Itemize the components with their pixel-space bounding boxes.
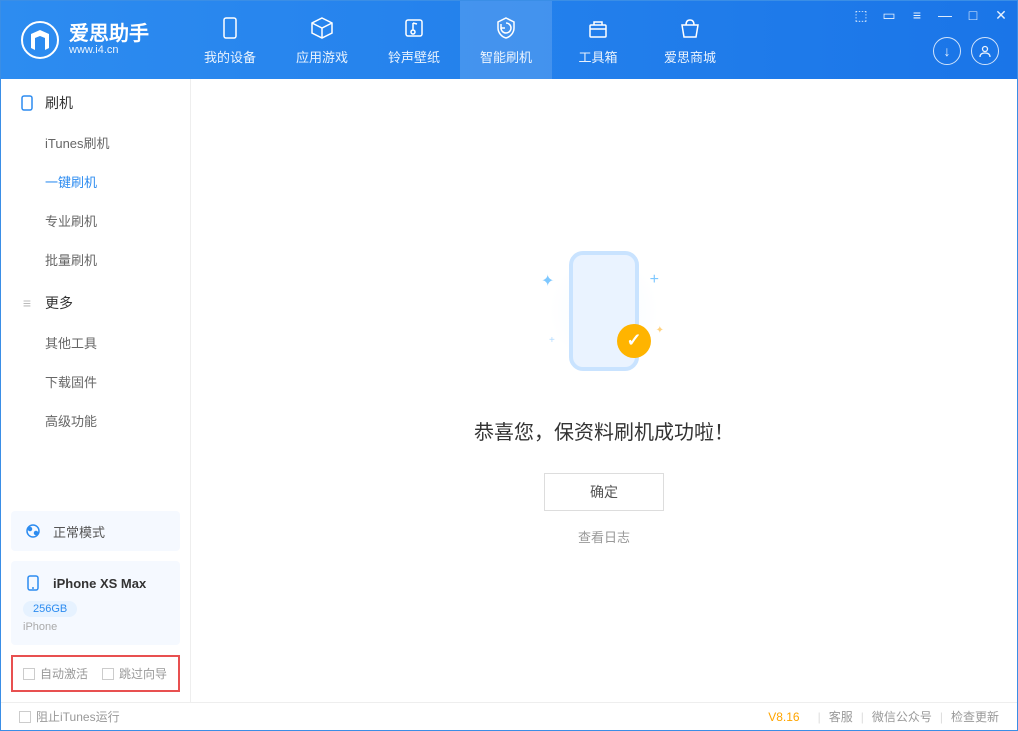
- view-log-link[interactable]: 查看日志: [578, 527, 630, 546]
- app-header: 爱思助手 www.i4.cn 我的设备 应用游戏 铃声壁纸 智能刷机 工具箱 爱…: [1, 1, 1017, 79]
- sidebar-item-other-tools[interactable]: 其他工具: [1, 323, 190, 362]
- sparkle-icon: ✦: [656, 325, 664, 336]
- success-check-icon: ✓: [617, 324, 651, 358]
- app-logo-icon: [21, 21, 59, 59]
- sidebar: 刷机 iTunes刷机 一键刷机 专业刷机 批量刷机 ≡ 更多 其他工具 下载固…: [1, 79, 191, 702]
- sidebar-item-batch-flash[interactable]: 批量刷机: [1, 240, 190, 279]
- sidebar-item-pro-flash[interactable]: 专业刷机: [1, 201, 190, 240]
- window-btn-2[interactable]: ▭: [881, 7, 897, 24]
- logo-area: 爱思助手 www.i4.cn: [1, 21, 169, 59]
- checkbox-icon: [23, 668, 35, 680]
- nav-tab-apps[interactable]: 应用游戏: [276, 1, 368, 79]
- ringtones-icon: [401, 15, 427, 41]
- checkbox-icon: [102, 668, 114, 680]
- success-illustration: ✓ ✦ + ✦ +: [529, 236, 679, 386]
- sparkle-icon: +: [549, 335, 555, 346]
- device-name-row: iPhone XS Max: [23, 573, 168, 593]
- mode-icon: [23, 521, 43, 541]
- body-area: 刷机 iTunes刷机 一键刷机 专业刷机 批量刷机 ≡ 更多 其他工具 下载固…: [1, 79, 1017, 702]
- window-btn-1[interactable]: ⬚: [853, 7, 869, 24]
- footer-right: V8.16 | 客服 | 微信公众号 | 检查更新: [768, 708, 999, 725]
- sparkle-icon: ✦: [541, 271, 554, 291]
- device-icon: [217, 15, 243, 41]
- mode-card[interactable]: 正常模式: [11, 511, 180, 551]
- footer-link-wechat[interactable]: 微信公众号: [872, 708, 932, 725]
- minimize-button[interactable]: —: [937, 7, 953, 24]
- device-card[interactable]: iPhone XS Max 256GB iPhone: [11, 561, 180, 645]
- window-controls: ⬚ ▭ ≡ — □ ✕: [853, 7, 1009, 24]
- device-storage-badge: 256GB: [23, 601, 77, 617]
- window-btn-3[interactable]: ≡: [909, 7, 925, 24]
- checkbox-auto-activate[interactable]: 自动激活: [23, 665, 88, 682]
- checkbox-skip-guide[interactable]: 跳过向导: [102, 665, 167, 682]
- version-label: V8.16: [768, 710, 799, 724]
- sparkle-icon: +: [650, 271, 659, 289]
- phone-outline-icon: [19, 95, 35, 111]
- device-type: iPhone: [23, 621, 168, 633]
- maximize-button[interactable]: □: [965, 7, 981, 24]
- app-name: 爱思助手: [69, 24, 149, 44]
- nav-tab-tools[interactable]: 工具箱: [552, 1, 644, 79]
- tools-icon: [585, 15, 611, 41]
- sidebar-item-oneclick-flash[interactable]: 一键刷机: [1, 162, 190, 201]
- sidebar-section-more: ≡ 更多: [1, 279, 190, 323]
- apps-icon: [309, 15, 335, 41]
- close-button[interactable]: ✕: [993, 7, 1009, 24]
- sidebar-bottom: 正常模式 iPhone XS Max 256GB iPhone: [1, 511, 190, 655]
- mode-label: 正常模式: [53, 522, 105, 541]
- sidebar-item-download-firmware[interactable]: 下载固件: [1, 362, 190, 401]
- flash-options-highlighted: 自动激活 跳过向导: [11, 655, 180, 692]
- ok-button[interactable]: 确定: [544, 473, 664, 511]
- sidebar-item-advanced[interactable]: 高级功能: [1, 401, 190, 440]
- device-phone-icon: [23, 573, 43, 593]
- main-nav: 我的设备 应用游戏 铃声壁纸 智能刷机 工具箱 爱思商城: [184, 1, 736, 79]
- nav-tab-device[interactable]: 我的设备: [184, 1, 276, 79]
- nav-tab-ringtones[interactable]: 铃声壁纸: [368, 1, 460, 79]
- footer-link-support[interactable]: 客服: [829, 708, 853, 725]
- footer-bar: 阻止iTunes运行 V8.16 | 客服 | 微信公众号 | 检查更新: [1, 702, 1017, 730]
- checkbox-block-itunes[interactable]: 阻止iTunes运行: [19, 708, 120, 725]
- download-button[interactable]: ↓: [933, 37, 961, 65]
- checkbox-icon: [19, 711, 31, 723]
- sidebar-item-itunes-flash[interactable]: iTunes刷机: [1, 123, 190, 162]
- logo-text-block: 爱思助手 www.i4.cn: [69, 24, 149, 56]
- success-message: 恭喜您，保资料刷机成功啦！: [474, 416, 734, 445]
- nav-tab-flash[interactable]: 智能刷机: [460, 1, 552, 79]
- user-button[interactable]: [971, 37, 999, 65]
- nav-tab-store[interactable]: 爱思商城: [644, 1, 736, 79]
- flash-icon: [493, 15, 519, 41]
- app-url: www.i4.cn: [69, 44, 149, 56]
- list-icon: ≡: [19, 295, 35, 311]
- sidebar-section-flash: 刷机: [1, 79, 190, 123]
- main-content: ✓ ✦ + ✦ + 恭喜您，保资料刷机成功啦！ 确定 查看日志: [191, 79, 1017, 702]
- header-actions: ↓: [933, 37, 999, 65]
- footer-link-update[interactable]: 检查更新: [951, 708, 999, 725]
- store-icon: [677, 15, 703, 41]
